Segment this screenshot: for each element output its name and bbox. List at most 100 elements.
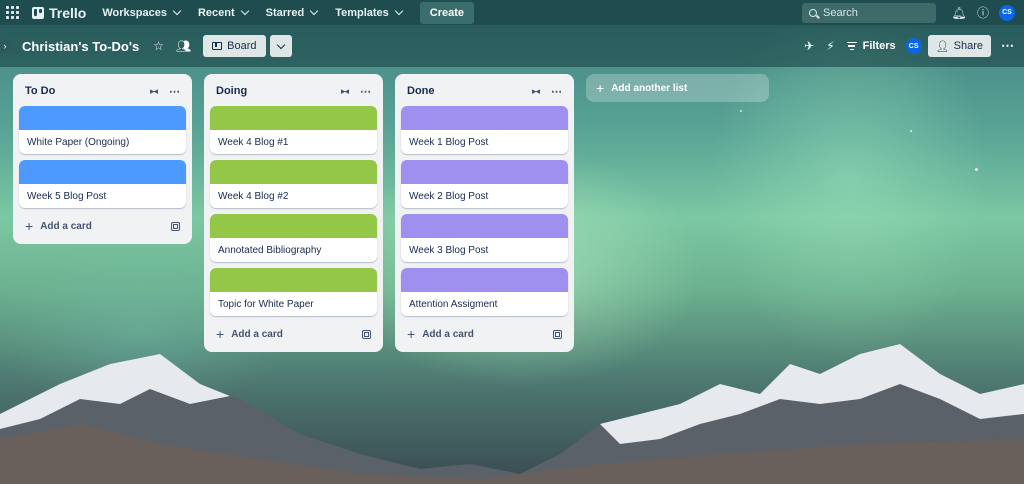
- view-switcher-button[interactable]: [269, 35, 292, 57]
- card-label-cover: [401, 106, 568, 130]
- card-title: Week 5 Blog Post: [27, 191, 107, 202]
- board-view-label: Board: [227, 40, 257, 52]
- nav-recent-label: Recent: [197, 6, 235, 19]
- list-header: To Do ▸◂ ⋯: [19, 80, 186, 102]
- nav-workspaces-label: Workspaces: [102, 6, 167, 19]
- collapse-list-icon[interactable]: ▸◂: [532, 86, 540, 97]
- notifications-bell-icon[interactable]: 🔔︎: [948, 3, 970, 23]
- list-title[interactable]: Done: [407, 85, 532, 97]
- card-title: Week 4 Blog #1: [218, 137, 289, 148]
- card-template-icon[interactable]: [553, 329, 562, 339]
- add-list-label: Add another list: [611, 82, 688, 94]
- trello-logo[interactable]: Trello: [32, 5, 86, 21]
- star-icon[interactable]: ☆: [153, 39, 164, 53]
- plus-icon: +: [25, 218, 34, 234]
- share-button[interactable]: 👤︎ Share: [927, 35, 991, 57]
- app-switcher-icon[interactable]: [6, 5, 20, 20]
- plus-icon: +: [407, 326, 416, 342]
- nav-workspaces[interactable]: Workspaces: [102, 6, 182, 19]
- list-title[interactable]: Doing: [216, 85, 341, 97]
- search-input[interactable]: Search: [802, 2, 936, 23]
- search-icon: [809, 8, 817, 17]
- add-list-button[interactable]: + Add another list: [586, 74, 769, 102]
- card[interactable]: Week 4 Blog #1: [210, 106, 377, 154]
- help-icon[interactable]: ⓘ: [972, 3, 994, 23]
- list-actions-icon[interactable]: ⋯: [360, 85, 371, 98]
- board-lists: To Do ▸◂ ⋯ White Paper (Ongoing) Week 5 …: [13, 74, 769, 352]
- board-view-button[interactable]: Board: [203, 35, 266, 57]
- card-title: Week 2 Blog Post: [409, 191, 489, 202]
- visibility-icon[interactable]: 👥︎: [176, 39, 191, 53]
- chevron-down-icon: [240, 6, 249, 16]
- board-member-avatar[interactable]: CS: [905, 38, 922, 54]
- list-header: Doing ▸◂ ⋯: [210, 80, 377, 102]
- card-title: Attention Assigment: [409, 299, 498, 310]
- more-options-icon[interactable]: ⋯: [1001, 38, 1014, 54]
- share-label: Share: [953, 40, 983, 52]
- card-template-icon[interactable]: [171, 221, 180, 231]
- board-title[interactable]: Christian's To-Do's: [22, 39, 139, 54]
- trello-logo-text: Trello: [49, 4, 87, 21]
- sidebar-expand-icon[interactable]: ›: [0, 39, 10, 53]
- card[interactable]: Week 1 Blog Post: [401, 106, 568, 154]
- list-actions-icon[interactable]: ⋯: [169, 85, 180, 98]
- collapse-list-icon[interactable]: ▸◂: [150, 86, 158, 97]
- card-title: Annotated Bibliography: [218, 245, 322, 256]
- card-template-icon[interactable]: [362, 329, 371, 339]
- trello-logo-icon: [32, 6, 44, 19]
- add-card-button[interactable]: + Add a card: [210, 322, 377, 346]
- list-to-do[interactable]: To Do ▸◂ ⋯ White Paper (Ongoing) Week 5 …: [13, 74, 192, 244]
- nav-starred-label: Starred: [265, 6, 305, 19]
- chevron-down-icon: [276, 40, 285, 49]
- chevron-down-icon: [172, 6, 182, 16]
- power-ups-icon[interactable]: ✈︎: [804, 39, 814, 53]
- card[interactable]: Week 2 Blog Post: [401, 160, 568, 208]
- card[interactable]: Week 4 Blog #2: [210, 160, 377, 208]
- add-card-button[interactable]: + Add a card: [401, 322, 568, 346]
- card[interactable]: Topic for White Paper: [210, 268, 377, 316]
- filters-button[interactable]: Filters: [846, 40, 896, 52]
- card-label-cover: [19, 160, 186, 184]
- card[interactable]: White Paper (Ongoing): [19, 106, 186, 154]
- account-menu[interactable]: CS: [996, 3, 1018, 23]
- star: [975, 168, 978, 171]
- card[interactable]: Week 5 Blog Post: [19, 160, 186, 208]
- board-view-icon: [212, 42, 223, 50]
- card-title: Topic for White Paper: [218, 299, 314, 310]
- automation-icon[interactable]: ⚡︎: [826, 39, 834, 53]
- star: [910, 130, 912, 132]
- plus-icon: +: [216, 326, 225, 342]
- card-label-cover: [401, 268, 568, 292]
- nav-templates-label: Templates: [335, 6, 389, 19]
- list-title[interactable]: To Do: [25, 85, 150, 97]
- card-title: Week 4 Blog #2: [218, 191, 289, 202]
- nav-starred[interactable]: Starred: [265, 6, 319, 19]
- list-header: Done ▸◂ ⋯: [401, 80, 568, 102]
- card-title: Week 3 Blog Post: [409, 245, 489, 256]
- add-card-button[interactable]: + Add a card: [19, 214, 186, 238]
- background-mountains: [0, 344, 1024, 484]
- card-label-cover: [401, 214, 568, 238]
- list-doing[interactable]: Doing ▸◂ ⋯ Week 4 Blog #1 Week 4 Blog #2…: [204, 74, 383, 352]
- card-title: White Paper (Ongoing): [27, 137, 130, 148]
- card-label-cover: [210, 160, 377, 184]
- add-card-label: Add a card: [422, 328, 474, 340]
- card-label-cover: [19, 106, 186, 130]
- create-button[interactable]: Create: [419, 1, 475, 24]
- card[interactable]: Annotated Bibliography: [210, 214, 377, 262]
- add-card-label: Add a card: [40, 220, 92, 232]
- card[interactable]: Attention Assigment: [401, 268, 568, 316]
- list-actions-icon[interactable]: ⋯: [551, 85, 562, 98]
- list-done[interactable]: Done ▸◂ ⋯ Week 1 Blog Post Week 2 Blog P…: [395, 74, 574, 352]
- filter-icon: [846, 41, 857, 51]
- nav-templates[interactable]: Templates: [335, 6, 404, 19]
- card-label-cover: [210, 214, 377, 238]
- add-person-icon: 👤︎: [935, 40, 950, 53]
- card-label-cover: [210, 268, 377, 292]
- card[interactable]: Week 3 Blog Post: [401, 214, 568, 262]
- collapse-list-icon[interactable]: ▸◂: [341, 86, 349, 97]
- nav-recent[interactable]: Recent: [197, 6, 249, 19]
- filters-label: Filters: [862, 40, 896, 52]
- avatar: CS: [999, 4, 1015, 21]
- chevron-down-icon: [309, 6, 319, 16]
